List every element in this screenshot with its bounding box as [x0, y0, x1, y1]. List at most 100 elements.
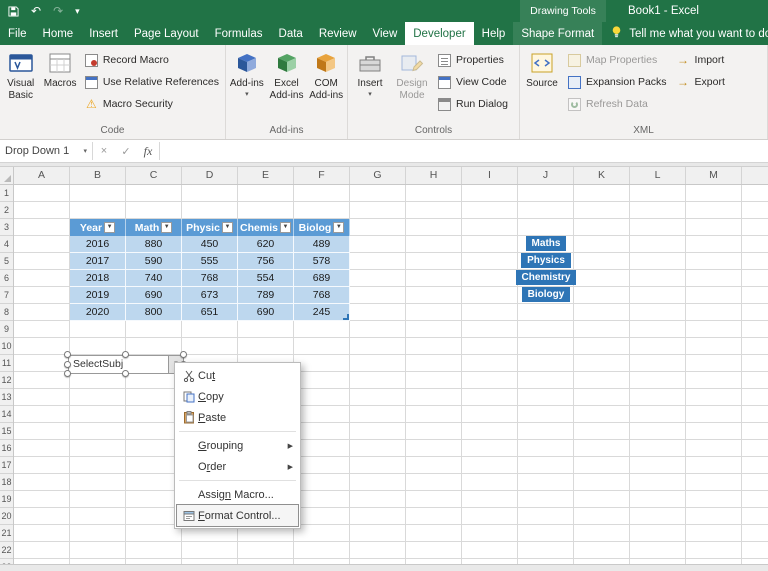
menu-item-order[interactable]: Order▶	[177, 456, 298, 477]
excel-add-ins-button[interactable]: Excel Add-ins	[267, 46, 307, 120]
redo-icon[interactable]: ↷	[53, 0, 63, 22]
table-cell[interactable]: 789	[238, 287, 294, 304]
properties-button[interactable]: Properties	[433, 49, 513, 71]
menu-item-paste[interactable]: Paste	[177, 407, 298, 428]
menu-item-grouping[interactable]: Grouping▶	[177, 435, 298, 456]
menu-item-format-control[interactable]: Format Control...	[177, 505, 298, 526]
group-label-xml[interactable]: XML	[521, 124, 766, 139]
column-header-c[interactable]: C	[126, 167, 182, 184]
table-cell[interactable]: 689	[294, 270, 350, 287]
row-header-22[interactable]: 22	[0, 542, 13, 559]
selection-handle[interactable]	[64, 351, 71, 358]
record-macro-button[interactable]: Record Macro	[80, 49, 224, 71]
row-header-14[interactable]: 14	[0, 406, 13, 423]
filter-icon[interactable]: ▼	[161, 222, 172, 233]
row-header-21[interactable]: 21	[0, 525, 13, 542]
table-cell[interactable]: 2019	[70, 287, 126, 304]
table-cell[interactable]: 690	[126, 287, 182, 304]
tab-developer[interactable]: Developer	[405, 22, 473, 45]
menu-item-assign-macro[interactable]: Assign Macro...	[177, 484, 298, 505]
tab-data[interactable]: Data	[271, 22, 311, 45]
selection-handle[interactable]	[64, 361, 71, 368]
column-header-m[interactable]: M	[686, 167, 742, 184]
filter-icon[interactable]: ▼	[280, 222, 291, 233]
export-button[interactable]: → Export	[672, 71, 730, 93]
menu-item-copy[interactable]: Copy	[177, 386, 298, 407]
row-header-8[interactable]: 8	[0, 304, 13, 321]
table-cell[interactable]: 651	[182, 304, 238, 321]
table-cell[interactable]: 554	[238, 270, 294, 287]
filter-icon[interactable]: ▼	[222, 222, 233, 233]
tab-home[interactable]: Home	[35, 22, 82, 45]
table-header-chemis[interactable]: Chemis▼	[238, 219, 294, 236]
map-properties-button[interactable]: Map Properties	[563, 49, 672, 71]
filter-icon[interactable]: ▼	[333, 222, 344, 233]
selection-handle[interactable]	[64, 370, 71, 377]
column-header-g[interactable]: G	[350, 167, 406, 184]
cells-area[interactable]: Year▼Math▼Physic▼Chemis▼Biolog▼201688045…	[14, 185, 768, 571]
row-header-9[interactable]: 9	[0, 321, 13, 338]
subject-button-chemistry[interactable]: Chemistry	[516, 270, 577, 285]
column-header-k[interactable]: K	[574, 167, 630, 184]
tab-page-layout[interactable]: Page Layout	[126, 22, 207, 45]
table-cell[interactable]: 756	[238, 253, 294, 270]
column-header-a[interactable]: A	[14, 167, 70, 184]
row-header-3[interactable]: 3	[0, 219, 13, 236]
subject-button-biology[interactable]: Biology	[522, 287, 571, 302]
tab-formulas[interactable]: Formulas	[207, 22, 271, 45]
table-cell[interactable]: 590	[126, 253, 182, 270]
expansion-packs-button[interactable]: Expansion Packs	[563, 71, 672, 93]
select-all-corner[interactable]	[0, 167, 14, 185]
selection-handle[interactable]	[122, 351, 129, 358]
tab-insert[interactable]: Insert	[81, 22, 126, 45]
cancel-icon[interactable]: ×	[93, 140, 115, 162]
tell-me-box[interactable]: Tell me what you want to do	[610, 22, 768, 45]
visual-basic-button[interactable]: Visual Basic	[1, 46, 40, 120]
column-header-e[interactable]: E	[238, 167, 294, 184]
selection-handle[interactable]	[180, 351, 187, 358]
subject-button-maths[interactable]: Maths	[526, 236, 567, 251]
group-label-addins[interactable]: Add-ins	[227, 124, 346, 139]
insert-control-button[interactable]: Insert ▾	[349, 46, 391, 120]
row-header-7[interactable]: 7	[0, 287, 13, 304]
table-cell[interactable]: 2017	[70, 253, 126, 270]
menu-item-cut[interactable]: Cut	[177, 365, 298, 386]
row-header-4[interactable]: 4	[0, 236, 13, 253]
column-header-b[interactable]: B	[70, 167, 126, 184]
column-header-f[interactable]: F	[294, 167, 350, 184]
table-cell[interactable]: 800	[126, 304, 182, 321]
table-cell[interactable]: 2016	[70, 236, 126, 253]
table-cell[interactable]: 620	[238, 236, 294, 253]
table-header-math[interactable]: Math▼	[126, 219, 182, 236]
column-header-partial[interactable]	[742, 167, 768, 184]
tab-file[interactable]: File	[0, 22, 35, 45]
table-header-physic[interactable]: Physic▼	[182, 219, 238, 236]
group-label-controls[interactable]: Controls	[349, 124, 518, 139]
table-cell[interactable]: 768	[182, 270, 238, 287]
table-cell[interactable]: 880	[126, 236, 182, 253]
table-cell[interactable]: 2020	[70, 304, 126, 321]
subject-button-physics[interactable]: Physics	[521, 253, 571, 268]
view-code-button[interactable]: View Code	[433, 71, 513, 93]
row-header-15[interactable]: 15	[0, 423, 13, 440]
row-header-13[interactable]: 13	[0, 389, 13, 406]
tab-review[interactable]: Review	[311, 22, 365, 45]
row-header-11[interactable]: 11	[0, 355, 13, 372]
row-header-19[interactable]: 19	[0, 491, 13, 508]
column-header-j[interactable]: J	[518, 167, 574, 184]
table-cell[interactable]: 2018	[70, 270, 126, 287]
refresh-data-button[interactable]: Refresh Data	[563, 93, 672, 115]
table-cell[interactable]: 450	[182, 236, 238, 253]
formula-input[interactable]	[160, 140, 768, 162]
column-header-h[interactable]: H	[406, 167, 462, 184]
add-ins-button[interactable]: Add-ins ▾	[227, 46, 267, 120]
table-cell[interactable]: 690	[238, 304, 294, 321]
save-icon[interactable]	[8, 6, 19, 17]
table-header-biolog[interactable]: Biolog▼	[294, 219, 350, 236]
table-resize-handle[interactable]	[343, 314, 349, 320]
row-header-12[interactable]: 12	[0, 372, 13, 389]
import-button[interactable]: → Import	[672, 49, 730, 71]
undo-icon[interactable]: ↶	[31, 0, 41, 22]
column-header-d[interactable]: D	[182, 167, 238, 184]
design-mode-button[interactable]: Design Mode	[391, 46, 433, 120]
